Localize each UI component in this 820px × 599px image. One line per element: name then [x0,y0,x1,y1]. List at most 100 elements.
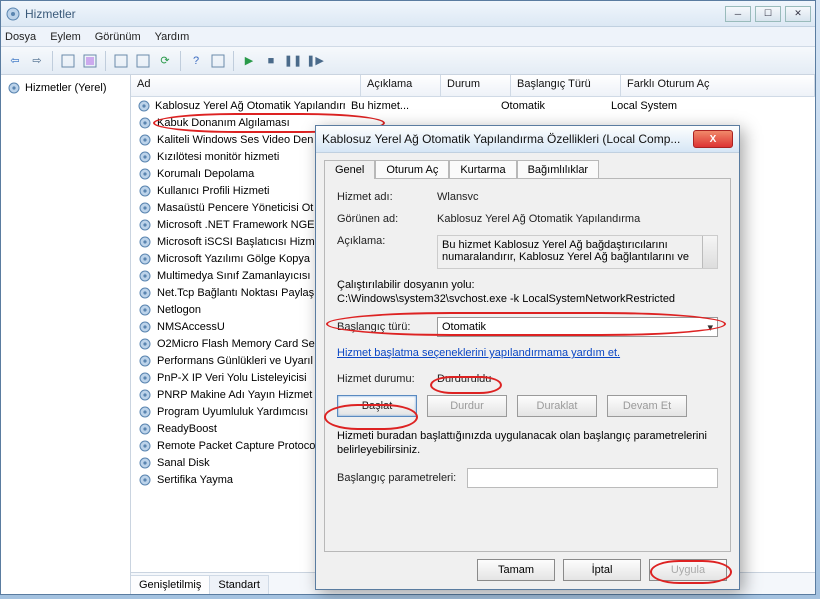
dialog-tabs: Genel Oturum Aç Kurtarma Bağımlılıklar [316,153,739,178]
menu-view[interactable]: Görünüm [95,31,141,43]
service-row[interactable]: Kablosuz Yerel Ağ Otomatik YapılandırmaB… [131,97,815,114]
service-name: O2Micro Flash Memory Card Se [157,338,315,350]
minimize-button[interactable]: ─ [725,6,751,22]
label-startup-type: Başlangıç türü: [337,321,437,333]
service-name: Multimedya Sınıf Zamanlayıcısı [157,270,310,282]
value-display-name: Kablosuz Yerel Ağ Otomatik Yapılandırma [437,213,718,225]
gear-icon [138,320,152,334]
menu-help[interactable]: Yardım [155,31,190,43]
menu-file[interactable]: Dosya [5,31,36,43]
service-startup: Otomatik [495,100,605,112]
tree-root-label: Hizmetler (Yerel) [25,82,107,94]
resume-button: Devam Et [607,395,687,417]
ok-button[interactable]: Tamam [477,559,555,581]
column-headers: Ad Açıklama Durum Başlangıç Türü Farklı … [131,75,815,97]
tab-logon[interactable]: Oturum Aç [375,160,449,179]
refresh-icon[interactable]: ⟳ [155,51,175,71]
tab-extended[interactable]: Genişletilmiş [131,575,210,594]
service-name: Kaliteli Windows Ses Video Den [157,134,313,146]
col-description[interactable]: Açıklama [361,75,441,96]
toolbar-btn-2[interactable] [80,51,100,71]
service-name: Microsoft iSCSI Başlatıcısı Hizm [157,236,315,248]
service-name: Sertifika Yayma [157,474,233,486]
main-titlebar[interactable]: Hizmetler ─ ☐ ✕ [1,1,815,27]
service-name: Kızılötesi monitör hizmeti [157,151,279,163]
service-name: Kablosuz Yerel Ağ Otomatik Yapılandırma [155,100,345,112]
services-app-icon [5,6,21,22]
params-note: Hizmeti buradan başlattığınızda uygulana… [337,429,718,458]
col-name[interactable]: Ad [131,75,361,96]
gear-icon [138,286,152,300]
col-startup[interactable]: Başlangıç Türü [511,75,621,96]
toolbar-btn-5[interactable] [208,51,228,71]
gear-icon [138,439,152,453]
tab-general[interactable]: Genel [324,160,375,179]
label-display-name: Görünen ad: [337,213,437,225]
service-desc: Bu hizmet... [345,100,425,112]
gear-icon [138,473,152,487]
toolbar-btn-4[interactable] [133,51,153,71]
help-icon[interactable]: ? [186,51,206,71]
dialog-body: Hizmet adı: Wlansvc Görünen ad: Kablosuz… [324,178,731,552]
restart-icon[interactable]: ❚▶ [305,51,325,71]
gear-icon [138,303,152,317]
dialog-title: Kablosuz Yerel Ağ Otomatik Yapılandırma … [322,132,693,146]
menu-action[interactable]: Eylem [50,31,81,43]
gear-icon [138,422,152,436]
service-name: PNRP Makine Adı Yayın Hizmet [157,389,312,401]
col-logon[interactable]: Farklı Oturum Aç [621,75,815,96]
tab-recovery[interactable]: Kurtarma [449,160,516,179]
pause-icon[interactable]: ❚❚ [283,51,303,71]
gear-icon [138,354,152,368]
forward-icon[interactable]: ⇨ [27,51,47,71]
service-logon: Local System [605,100,815,112]
play-icon[interactable]: ▶ [239,51,259,71]
stop-icon[interactable]: ■ [261,51,281,71]
label-exe-path: Çalıştırılabilir dosyanın yolu: [337,279,718,291]
stop-button: Durdur [427,395,507,417]
gear-icon [138,252,152,266]
start-button[interactable]: Başlat [337,395,417,417]
service-name: Performans Günlükleri ve Uyarıl [157,355,313,367]
window-title: Hizmetler [25,7,725,21]
toolbar-btn-1[interactable] [58,51,78,71]
service-name: Kullanıcı Profili Hizmeti [157,185,269,197]
gear-icon [138,218,152,232]
gear-icon [138,235,152,249]
gear-icon [138,269,152,283]
service-name: Sanal Disk [157,457,210,469]
label-service-name: Hizmet adı: [337,191,437,203]
label-description: Açıklama: [337,235,437,247]
service-name: Netlogon [157,304,201,316]
tree-root-services[interactable]: Hizmetler (Yerel) [5,79,126,97]
help-link[interactable]: Hizmet başlatma seçeneklerini yapılandır… [337,347,620,359]
gear-icon [138,388,152,402]
value-description[interactable]: Bu hizmet Kablosuz Yerel Ağ bağdaştırıcı… [437,235,718,269]
back-icon[interactable]: ⇦ [5,51,25,71]
cancel-button[interactable]: İptal [563,559,641,581]
label-start-params: Başlangıç parametreleri: [337,472,467,484]
value-service-status: Durduruldu [437,373,718,385]
dialog-footer: Tamam İptal Uygula [316,559,739,581]
service-properties-dialog: Kablosuz Yerel Ağ Otomatik Yapılandırma … [315,125,740,590]
toolbar-btn-3[interactable] [111,51,131,71]
start-params-input[interactable] [467,468,718,488]
gear-icon [138,201,152,215]
gear-icon [138,371,152,385]
service-name: Kabuk Donanım Algılaması [157,117,290,129]
gear-icon [138,456,152,470]
service-name: Masaüstü Pencere Yöneticisi Ot [157,202,313,214]
toolbar: ⇦ ⇨ ⟳ ? ▶ ■ ❚❚ ❚▶ [1,47,815,75]
dialog-close-button[interactable]: X [693,130,733,148]
dialog-titlebar[interactable]: Kablosuz Yerel Ağ Otomatik Yapılandırma … [316,126,739,153]
pause-button: Duraklat [517,395,597,417]
maximize-button[interactable]: ☐ [755,6,781,22]
tab-standard[interactable]: Standart [210,575,269,594]
service-name: PnP-X IP Veri Yolu Listeleyicisi [157,372,307,384]
col-status[interactable]: Durum [441,75,511,96]
startup-type-select[interactable]: Otomatik [437,317,718,337]
gear-icon [138,337,152,351]
tab-dependencies[interactable]: Bağımlılıklar [517,160,600,179]
close-button[interactable]: ✕ [785,6,811,22]
service-name: Microsoft .NET Framework NGE [157,219,315,231]
